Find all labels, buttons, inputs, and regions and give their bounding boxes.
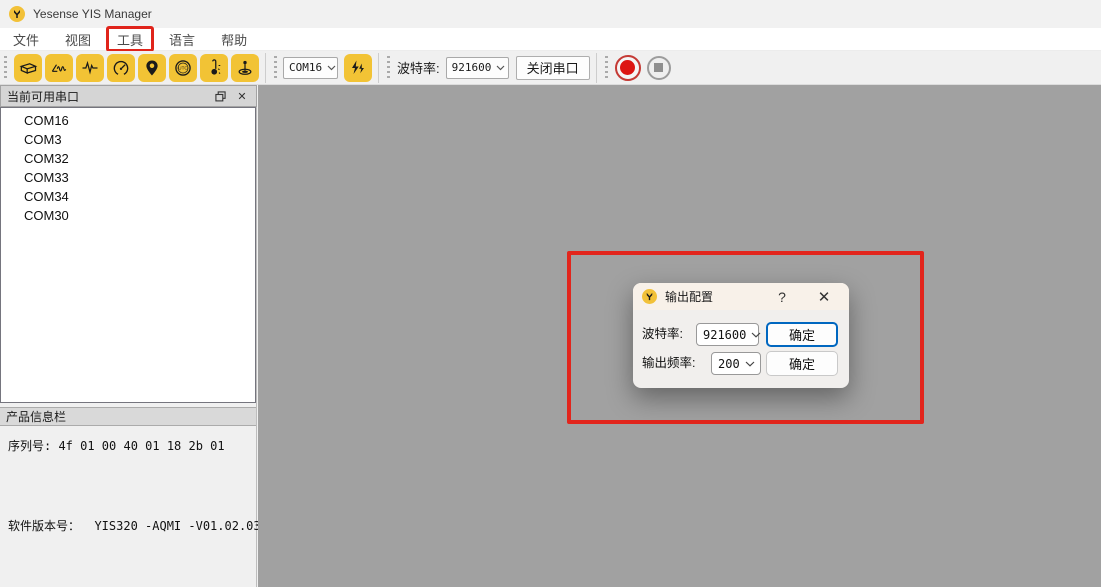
gauge-button[interactable] — [107, 54, 135, 82]
thermometer-icon — [204, 58, 224, 78]
close-port-button[interactable]: 关闭串口 — [516, 56, 590, 80]
utc-clock-icon: UTC — [173, 58, 193, 78]
waveform-icon — [80, 58, 100, 78]
menu-item-tools[interactable]: 工具 — [104, 28, 156, 50]
toolbar-separator — [265, 53, 266, 83]
angle-waveform-button[interactable] — [45, 54, 73, 82]
baud-rate-select[interactable]: 921600 — [446, 57, 509, 79]
software-version-value: YIS320 -AQMI -V01.02.03; — [94, 519, 267, 533]
serial-number-line: 序列号: 4f 01 00 40 01 18 2b 01 — [8, 437, 225, 454]
toolbar-grip[interactable] — [605, 56, 608, 80]
dialog-baud-value: 921600 — [703, 328, 746, 342]
port-list-item[interactable]: COM33 — [1, 168, 255, 187]
port-list-item[interactable]: COM16 — [1, 111, 255, 130]
svg-text:UTC: UTC — [178, 65, 188, 70]
float-panel-button[interactable] — [212, 88, 228, 104]
dialog-freq-label: 输出频率: — [642, 352, 695, 375]
menu-item-view[interactable]: 视图 — [52, 28, 104, 50]
port-list-item[interactable]: COM3 — [1, 130, 255, 149]
output-config-dialog: 输出配置 ? ✕ 波特率: 921600 确定 输出频率: 200 确定 — [633, 283, 849, 388]
dialog-freq-value: 200 — [718, 357, 740, 371]
dialog-baud-label: 波特率: — [642, 323, 683, 346]
cube-icon — [18, 58, 38, 78]
float-icon — [215, 91, 226, 102]
pressure-button[interactable] — [231, 54, 259, 82]
toolbar-separator — [378, 53, 379, 83]
main-toolbar: UTC COM16 波特率: 921600 关闭串口 — [0, 51, 1101, 85]
location-pin-icon — [143, 59, 161, 77]
chevron-down-icon — [327, 65, 336, 71]
window-titlebar: Yesense YIS Manager — [0, 0, 1101, 28]
angle-waveform-icon — [49, 58, 69, 78]
3d-model-button[interactable] — [14, 54, 42, 82]
port-list-item[interactable]: COM34 — [1, 187, 255, 206]
dialog-close-button[interactable]: ✕ — [809, 283, 839, 310]
menu-item-file[interactable]: 文件 — [0, 28, 52, 50]
port-select[interactable]: COM16 — [283, 57, 338, 79]
toolbar-separator — [596, 53, 597, 83]
dialog-title: 输出配置 — [665, 288, 713, 305]
dialog-freq-select[interactable]: 200 — [711, 352, 761, 375]
dialog-titlebar[interactable]: 输出配置 ? ✕ — [633, 283, 849, 310]
baud-rate-value: 921600 — [452, 61, 492, 74]
dialog-freq-confirm-button[interactable]: 确定 — [766, 351, 838, 376]
chevron-down-icon — [745, 361, 755, 367]
refresh-bolts-icon — [349, 59, 367, 77]
product-info-header: 产品信息栏 — [0, 407, 256, 426]
dialog-help-button[interactable]: ? — [767, 283, 797, 310]
app-logo-icon — [9, 6, 25, 22]
serial-number-label: 序列号: — [8, 439, 58, 453]
port-list-item[interactable]: COM30 — [1, 206, 255, 225]
refresh-ports-button[interactable] — [344, 54, 372, 82]
baud-rate-label: 波特率: — [397, 58, 440, 77]
app-logo-icon — [642, 289, 657, 304]
dock-panel-header: 当前可用串口 ✕ — [0, 85, 257, 107]
dock-panel-title: 当前可用串口 — [7, 88, 206, 105]
chevron-down-icon — [496, 65, 505, 71]
utc-clock-button[interactable]: UTC — [169, 54, 197, 82]
temperature-button[interactable] — [200, 54, 228, 82]
serial-ports-panel: 当前可用串口 ✕ COM16COM3COM32COM33COM34COM30 产… — [0, 85, 257, 587]
dialog-baud-confirm-button[interactable]: 确定 — [766, 322, 838, 347]
menu-item-help[interactable]: 帮助 — [208, 28, 260, 50]
gauge-icon — [111, 58, 131, 78]
port-select-value: COM16 — [289, 61, 322, 74]
close-icon: ✕ — [237, 90, 246, 103]
stop-icon — [654, 63, 663, 72]
record-button[interactable] — [615, 55, 641, 81]
close-panel-button[interactable]: ✕ — [234, 88, 250, 104]
software-version-line: 软件版本号： YIS320 -AQMI -V01.02.03; — [8, 517, 268, 534]
gps-location-button[interactable] — [138, 54, 166, 82]
chevron-down-icon — [751, 332, 761, 338]
record-icon — [620, 60, 635, 75]
port-list: COM16COM3COM32COM33COM34COM30 — [0, 107, 256, 403]
toolbar-grip[interactable] — [4, 56, 7, 80]
window-title: Yesense YIS Manager — [33, 7, 152, 21]
serial-number-value: 4f 01 00 40 01 18 2b 01 — [58, 439, 224, 453]
dialog-baud-select[interactable]: 921600 — [696, 323, 759, 346]
software-version-label: 软件版本号： — [8, 519, 94, 533]
port-list-item[interactable]: COM32 — [1, 149, 255, 168]
menu-bar: 文件 视图 工具 语言 帮助 — [0, 28, 1101, 51]
menu-item-language[interactable]: 语言 — [156, 28, 208, 50]
toolbar-grip[interactable] — [274, 56, 277, 80]
waveform-button[interactable] — [76, 54, 104, 82]
pressure-icon — [235, 58, 255, 78]
stop-button[interactable] — [647, 56, 671, 80]
toolbar-grip[interactable] — [387, 56, 390, 80]
